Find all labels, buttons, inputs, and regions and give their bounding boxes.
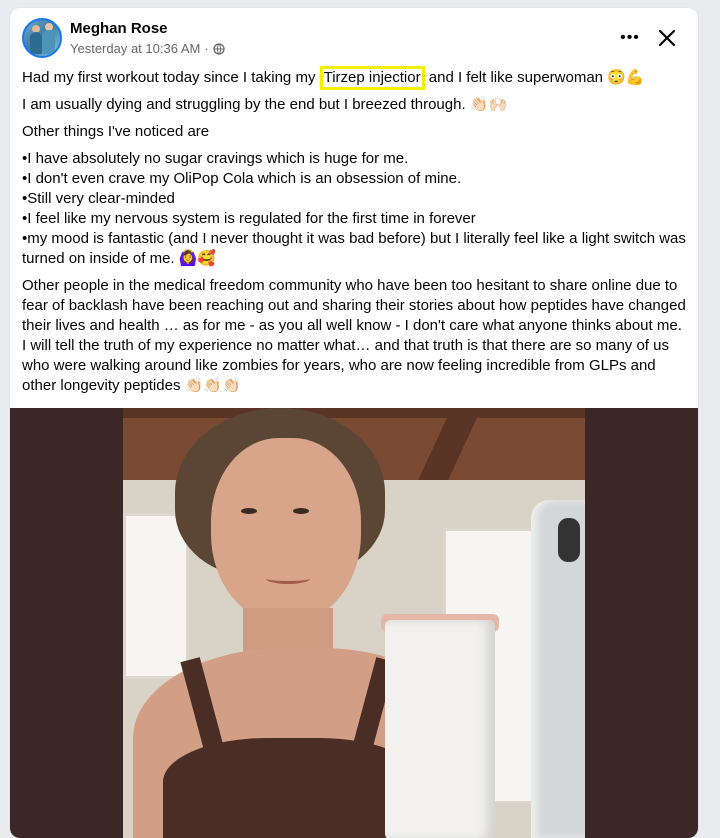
- photo-phone-camera: [558, 518, 580, 562]
- meta-separator: ·: [204, 41, 209, 56]
- avatar-figure: [42, 30, 55, 54]
- globe-icon[interactable]: [213, 42, 225, 55]
- photo-eye: [293, 508, 309, 514]
- close-icon[interactable]: [654, 25, 680, 51]
- highlighted-text: Tirzep injectior: [319, 66, 425, 90]
- photo-window: [123, 513, 189, 679]
- post-photo-frame[interactable]: [10, 408, 698, 838]
- photo-tumbler: [385, 620, 495, 838]
- post-line-1: Had my first workout today since I takin…: [22, 66, 690, 90]
- post-line-3: Other things I've noticed are: [22, 123, 210, 140]
- photo-top: [163, 738, 423, 838]
- author-name[interactable]: Meghan Rose: [70, 20, 168, 37]
- bullet-item: •I don't even crave my OliPop Cola which…: [22, 170, 462, 187]
- post-line-2: I am usually dying and struggling by the…: [22, 96, 508, 113]
- line1-after: and I felt like superwoman 😳💪: [424, 69, 645, 86]
- post-paragraph: Other people in the medical freedom comm…: [22, 277, 686, 394]
- photo-eye: [241, 508, 257, 514]
- post-photo[interactable]: [123, 408, 585, 838]
- avatar-figure: [30, 32, 42, 54]
- bullet-item: •Still very clear-minded: [22, 190, 175, 207]
- photo-smile: [266, 573, 310, 584]
- bullet-list: •I have absolutely no sugar cravings whi…: [22, 149, 690, 269]
- post-text: Had my first workout today since I takin…: [22, 66, 690, 403]
- photo-face: [211, 438, 361, 623]
- bullet-item: •I have absolutely no sugar cravings whi…: [22, 150, 409, 167]
- bullet-item: •I feel like my nervous system is regula…: [22, 210, 476, 227]
- post-timestamp[interactable]: Yesterday at 10:36 AM: [70, 41, 200, 56]
- more-options-button[interactable]: •••: [618, 28, 642, 48]
- post-card: Meghan Rose Yesterday at 10:36 AM · ••• …: [10, 8, 698, 838]
- avatar[interactable]: [22, 18, 62, 58]
- line1-before: Had my first workout today since I takin…: [22, 69, 320, 86]
- photo-beam: [123, 408, 585, 418]
- bullet-item: •my mood is fantastic (and I never thoug…: [22, 230, 686, 267]
- post-meta: Yesterday at 10:36 AM ·: [70, 41, 225, 56]
